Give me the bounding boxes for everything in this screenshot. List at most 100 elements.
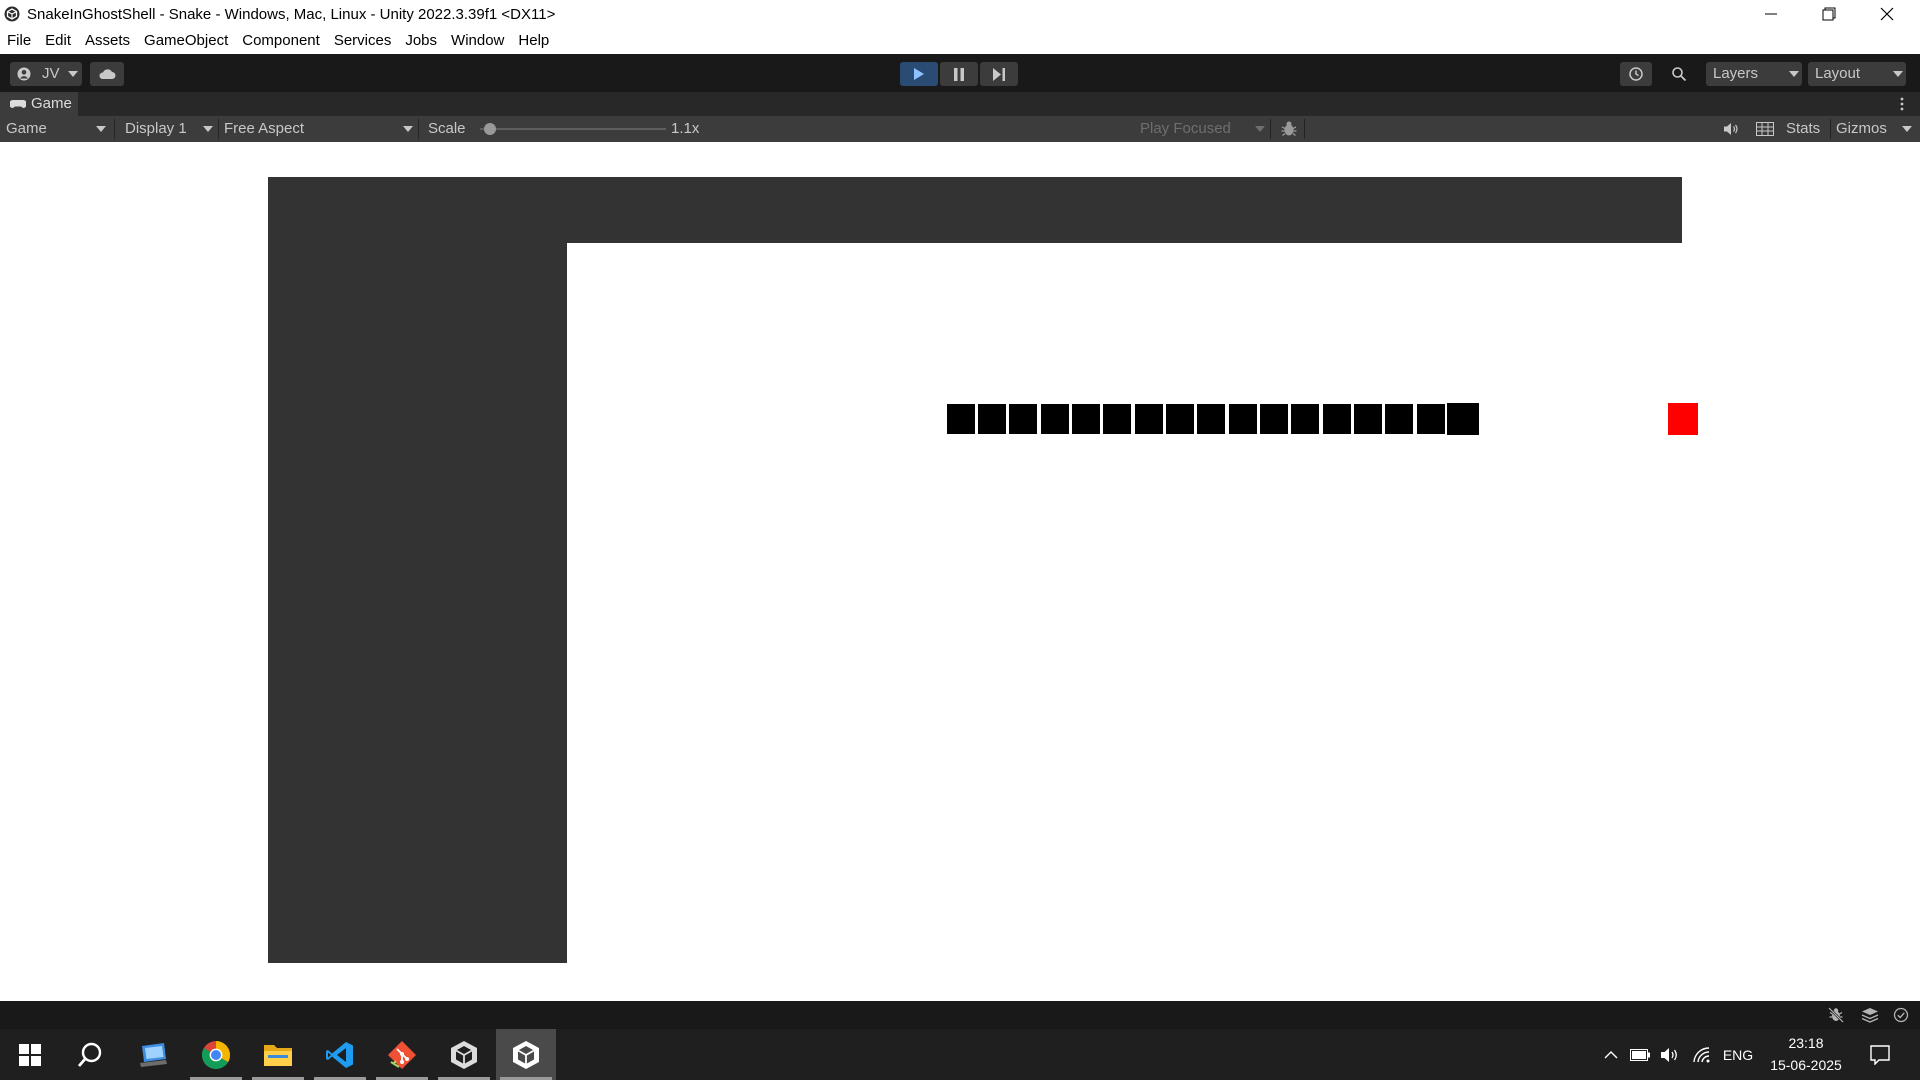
wifi-tray-icon[interactable] (1690, 1029, 1714, 1080)
unity-hub-button[interactable] (434, 1029, 494, 1080)
desktop-app-icon (140, 1042, 167, 1067)
menu-component[interactable]: Component (235, 28, 327, 54)
chevron-down-icon[interactable] (1902, 126, 1912, 132)
menu-edit[interactable]: Edit (38, 28, 78, 54)
account-dropdown[interactable]: JV (10, 62, 82, 86)
stats-toggle[interactable]: Stats (1786, 116, 1820, 142)
scale-slider-handle[interactable] (484, 123, 496, 135)
volume-icon (1661, 1047, 1677, 1062)
scale-slider[interactable] (480, 116, 666, 142)
divider (114, 119, 115, 139)
main-toolbar: JV Layers Layout (0, 54, 1920, 92)
chevron-down-icon (68, 71, 78, 77)
cloud-button[interactable] (90, 62, 124, 86)
start-button[interactable] (0, 1029, 60, 1080)
audio-mute-icon[interactable] (1723, 122, 1739, 136)
snake-body-segment (1135, 404, 1163, 434)
display-dropdown[interactable]: Display 1 (118, 116, 218, 142)
divider (1830, 119, 1831, 139)
battery-icon (1630, 1048, 1650, 1061)
snake-body-segment (1291, 404, 1319, 434)
unity-editor-button[interactable] (496, 1029, 556, 1080)
aspect-dropdown[interactable]: Free Aspect (220, 116, 418, 142)
snake-body-segment (1166, 404, 1194, 434)
gizmos-toggle[interactable]: Gizmos (1836, 116, 1887, 142)
menu-window[interactable]: Window (444, 28, 511, 54)
menu-bar: File Edit Assets GameObject Component Se… (0, 28, 1920, 54)
unity-editor-icon (513, 1040, 539, 1069)
layout-dropdown[interactable]: Layout (1808, 62, 1906, 86)
close-button[interactable] (1858, 0, 1916, 28)
step-button[interactable] (980, 62, 1018, 86)
snake-body-segment (1323, 404, 1351, 434)
more-options-icon[interactable] (1900, 97, 1904, 111)
desktop-app-button[interactable] (124, 1029, 184, 1080)
menu-assets[interactable]: Assets (78, 28, 137, 54)
menu-file[interactable]: File (0, 28, 38, 54)
pause-button[interactable] (940, 62, 978, 86)
window-title: SnakeInGhostShell - Snake - Windows, Mac… (27, 6, 556, 23)
git-button[interactable] (372, 1029, 432, 1080)
file-explorer-button[interactable] (248, 1029, 308, 1080)
menu-help[interactable]: Help (511, 28, 556, 54)
menu-services[interactable]: Services (327, 28, 399, 54)
tab-bar: Game (0, 92, 1920, 116)
notifications-button[interactable] (1862, 1029, 1898, 1080)
vscode-icon (326, 1041, 353, 1068)
search-button[interactable] (1664, 62, 1694, 86)
aspect-label: Free Aspect (224, 120, 305, 137)
snake-body-segment (1417, 404, 1445, 434)
snake-body-segment (1072, 404, 1100, 434)
step-icon (993, 67, 1005, 81)
volume-tray-icon[interactable] (1658, 1029, 1682, 1080)
progress-stack-icon[interactable] (1861, 1007, 1879, 1023)
bug-icon[interactable] (1280, 120, 1298, 138)
start-icon (19, 1043, 41, 1066)
tab-game-label: Game (31, 95, 72, 112)
divider (218, 119, 219, 139)
notification-icon (1870, 1044, 1890, 1065)
menu-jobs[interactable]: Jobs (398, 28, 444, 54)
history-icon (1629, 67, 1643, 81)
grid-icon[interactable] (1756, 122, 1774, 136)
gamepad-icon (10, 100, 26, 108)
search-icon (1672, 67, 1687, 82)
clock[interactable]: 23:18 15-06-2025 (1764, 1029, 1848, 1080)
chrome-button[interactable] (186, 1029, 246, 1080)
debug-off-icon[interactable] (1827, 1006, 1845, 1024)
vscode-button[interactable] (310, 1029, 370, 1080)
play-focus-dropdown[interactable]: Play Focused (1132, 116, 1268, 142)
game-mode-label: Game (6, 120, 47, 137)
play-focus-label: Play Focused (1140, 120, 1231, 137)
tab-game[interactable]: Game (0, 92, 78, 116)
snake-body-segment (1229, 404, 1257, 434)
show-hidden-icons-button[interactable] (1600, 1029, 1622, 1080)
history-button[interactable] (1620, 62, 1652, 86)
play-button[interactable] (900, 62, 938, 86)
game-mode-dropdown[interactable]: Game (0, 116, 112, 142)
search-taskbar-button[interactable] (60, 1029, 120, 1080)
check-circle-icon[interactable] (1893, 1007, 1909, 1023)
restore-icon (1822, 7, 1836, 21)
chrome-icon (202, 1040, 230, 1069)
snake-body-segment (1103, 404, 1131, 434)
divider (1270, 119, 1271, 139)
layers-dropdown[interactable]: Layers (1706, 62, 1802, 86)
chevron-down-icon (1789, 71, 1799, 77)
play-field (567, 243, 1919, 967)
minimize-button[interactable] (1742, 0, 1800, 28)
restore-button[interactable] (1800, 0, 1858, 28)
snake-body-segment (978, 404, 1006, 434)
language-indicator[interactable]: ENG (1718, 1029, 1758, 1080)
pause-icon (954, 67, 964, 81)
menu-gameobject[interactable]: GameObject (137, 28, 235, 54)
snake-body-segment (1354, 404, 1382, 434)
snake-head (1447, 403, 1479, 435)
close-icon (1880, 7, 1894, 21)
battery-tray-icon[interactable] (1628, 1029, 1652, 1080)
chevron-down-icon (1893, 71, 1903, 77)
git-icon (388, 1040, 416, 1069)
food-pellet (1668, 403, 1698, 435)
clock-time: 23:18 (1788, 1035, 1824, 1051)
game-view[interactable] (0, 142, 1920, 1001)
